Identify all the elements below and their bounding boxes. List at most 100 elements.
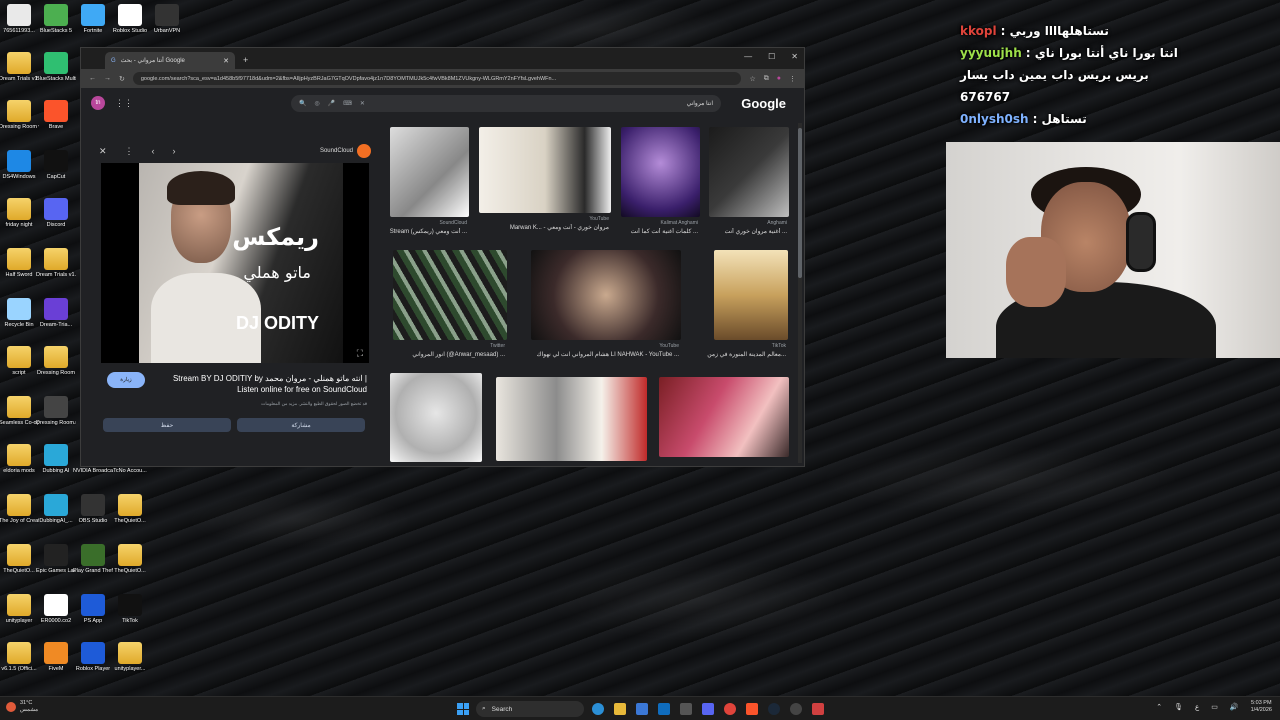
desktop-icon[interactable]: Dream Trials v1.0.1.zip xyxy=(36,248,76,278)
save-button[interactable]: حفظ xyxy=(103,418,231,432)
desktop-icon[interactable]: TheQuietO... xyxy=(0,544,38,574)
new-tab-icon[interactable]: + xyxy=(243,55,248,65)
result-source[interactable]: Kalimat Anghami xyxy=(660,220,698,226)
next-image-icon[interactable]: › xyxy=(173,146,176,156)
browser-window[interactable]: G أنتا مرواني - بحث Google ✕ + — ☐ ✕ ← →… xyxy=(80,47,805,467)
desktop-icon[interactable]: PS App xyxy=(74,594,112,624)
result-source[interactable]: Twitter xyxy=(490,343,505,349)
browser-tab[interactable]: G أنتا مرواني - بحث Google ✕ xyxy=(105,52,235,69)
desktop-icon[interactable]: Dressing Room v1.3 xyxy=(0,100,39,130)
desktop-icon[interactable]: The Joy of Creation... xyxy=(0,494,39,524)
lens-icon[interactable]: ◎ xyxy=(314,100,319,107)
result-thumbnail[interactable] xyxy=(393,250,507,340)
clock[interactable]: 5:03 PM 1/4/2026 xyxy=(1251,700,1272,714)
reload-icon[interactable]: ↻ xyxy=(119,75,125,83)
result-title[interactable]: انور المرواني (@Anwar_mesaad) ... xyxy=(412,351,505,358)
desktop-icon[interactable]: Brave xyxy=(37,100,75,130)
back-icon[interactable]: ← xyxy=(89,75,96,82)
menu-icon[interactable]: ⋮ xyxy=(789,75,796,83)
taskbar-search[interactable]: ⌕ Search xyxy=(476,701,584,717)
profile-icon[interactable]: ● xyxy=(777,75,781,82)
desktop-icon[interactable]: Epic Games Launcher xyxy=(36,544,76,574)
result-title[interactable]: هشام المرواني انت لي نهواك LI NAHWAK - Y… xyxy=(537,351,679,358)
result-thumbnail[interactable] xyxy=(659,377,789,457)
result-thumbnail[interactable] xyxy=(390,127,469,217)
volume-icon[interactable]: 🔊 xyxy=(1230,703,1239,711)
forward-icon[interactable]: → xyxy=(104,75,111,82)
result-source[interactable]: TikTok xyxy=(772,343,786,349)
extensions-icon[interactable]: ⧉ xyxy=(764,75,769,83)
desktop-icon[interactable]: Dream-Tria... xyxy=(37,298,75,328)
brave-icon[interactable] xyxy=(746,703,758,715)
preview-title[interactable]: Stream BY DJ ODITIY by انته ماتو همنلي -… xyxy=(157,373,367,395)
search-query[interactable]: انتا مرواني xyxy=(687,100,713,107)
share-button[interactable]: مشاركة xyxy=(237,418,365,432)
result-title[interactable]: معالم المدينة المنورة في زمن... xyxy=(707,351,786,358)
visit-button[interactable]: زيارة xyxy=(107,372,145,388)
desktop-icon[interactable]: eldoria mods xyxy=(0,444,38,474)
desktop-icon[interactable]: TheQuietO... xyxy=(111,494,149,524)
close-window-icon[interactable]: ✕ xyxy=(791,52,798,61)
search-box[interactable]: 🔍 ◎ 🎤 ⌨ ✕ انتا مرواني xyxy=(291,95,721,112)
more-options-icon[interactable]: ⋮ xyxy=(125,146,134,157)
settings-icon[interactable] xyxy=(680,703,692,715)
result-title[interactable]: أغنية مروان خوري أنت ... xyxy=(725,228,787,235)
close-tab-icon[interactable]: ✕ xyxy=(223,57,229,65)
desktop-icon[interactable]: Discord xyxy=(37,198,75,228)
desktop-icon[interactable]: FiveM xyxy=(37,642,75,672)
lens-search-icon[interactable]: ⛶ xyxy=(357,348,363,359)
result-thumbnail[interactable] xyxy=(621,127,700,217)
result-thumbnail[interactable] xyxy=(714,250,788,340)
result-thumbnail[interactable] xyxy=(479,127,611,213)
microphone-icon[interactable]: 🎙 xyxy=(1174,703,1183,711)
edge-icon[interactable] xyxy=(592,703,604,715)
discord-icon[interactable] xyxy=(702,703,714,715)
result-thumbnail[interactable] xyxy=(496,377,647,461)
language-indicator[interactable]: ع xyxy=(1195,703,1199,711)
bookmark-star-icon[interactable]: ☆ xyxy=(749,75,755,83)
result-thumbnail[interactable] xyxy=(709,127,789,217)
result-source[interactable]: YouTube xyxy=(589,216,609,222)
outlook-icon[interactable] xyxy=(658,703,670,715)
result-source[interactable]: Anghami xyxy=(767,220,787,226)
search-icon[interactable]: 🔍 xyxy=(299,100,306,107)
clear-icon[interactable]: ✕ xyxy=(360,100,365,107)
app-icon[interactable] xyxy=(812,703,824,715)
google-logo[interactable]: Google xyxy=(741,96,786,111)
desktop-icon[interactable]: script xyxy=(0,346,38,376)
result-source[interactable]: YouTube xyxy=(659,343,679,349)
desktop-icon[interactable]: Play Grand Theft Auto... xyxy=(73,544,113,574)
desktop-icon[interactable]: CapCut xyxy=(37,150,75,180)
desktop-icon[interactable]: v6.1.5 (Offici... xyxy=(0,642,38,672)
desktop-icon[interactable]: OBS Studio xyxy=(74,494,112,524)
steam-icon[interactable] xyxy=(768,703,780,715)
desktop-icon[interactable]: BlueStacks Multi-Insta... xyxy=(36,52,76,82)
desktop-icon[interactable]: friday night xyxy=(0,198,38,228)
desktop-icon[interactable]: unityplayer xyxy=(0,594,38,624)
desktop-icon[interactable]: unityplayer... xyxy=(111,642,149,672)
network-icon[interactable]: ▭ xyxy=(1211,703,1218,711)
desktop-icon[interactable]: 765611993... xyxy=(0,4,38,34)
maximize-icon[interactable]: ☐ xyxy=(768,52,775,61)
voice-search-icon[interactable]: 🎤 xyxy=(328,100,335,107)
desktop-icon[interactable]: Seamless Co-op v1.9... xyxy=(0,396,39,426)
file-explorer-icon[interactable] xyxy=(614,703,626,715)
result-title[interactable]: كلمات أغنية أنت كما أنت ... xyxy=(631,228,698,235)
weather-widget[interactable]: 31°C مشمس xyxy=(6,700,38,714)
desktop-icon[interactable]: Roblox Player xyxy=(74,642,112,672)
desktop-icon[interactable]: DubbingAI_... xyxy=(37,494,75,524)
close-panel-icon[interactable]: ✕ xyxy=(99,146,107,157)
apps-grid-icon[interactable]: ⋮⋮ xyxy=(115,98,133,109)
desktop-icon[interactable]: Dressing Room xyxy=(37,346,75,376)
tray-overflow-icon[interactable]: ⌃ xyxy=(1156,703,1162,711)
result-title[interactable]: Stream (ريمكس) أنت ومعي ... xyxy=(390,228,467,235)
account-avatar[interactable]: tn xyxy=(91,96,105,110)
desktop-icon[interactable]: UrbanVPN xyxy=(148,4,186,34)
scrollbar-thumb[interactable] xyxy=(798,128,802,278)
desktop-icon[interactable]: TheQuietO... xyxy=(111,544,149,574)
desktop-icon[interactable]: Fortnite xyxy=(74,4,112,34)
result-thumbnail[interactable] xyxy=(390,373,482,462)
desktop-icon[interactable]: Dubbing AI xyxy=(37,444,75,474)
keyboard-icon[interactable]: ⌨ xyxy=(343,100,352,107)
obs-icon[interactable] xyxy=(790,703,802,715)
